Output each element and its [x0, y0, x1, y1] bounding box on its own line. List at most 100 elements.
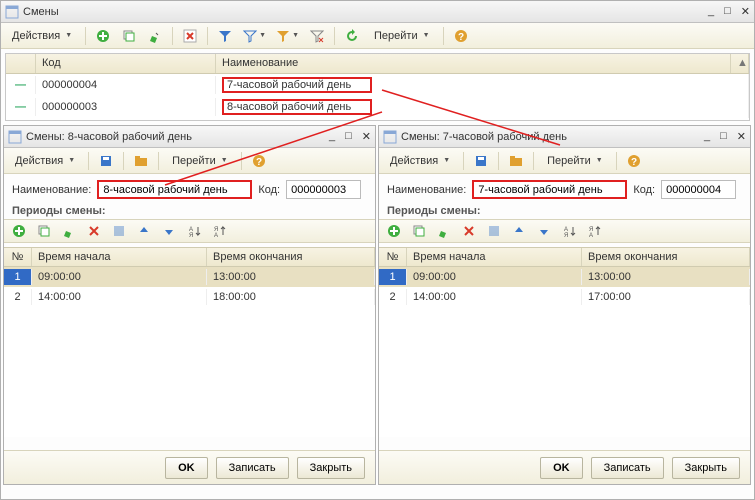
svg-text:?: ?: [256, 157, 262, 168]
minimize-button[interactable]: _: [329, 130, 335, 143]
main-list[interactable]: Код Наименование ▲ — 000000004 7-часовой…: [5, 53, 750, 121]
filter3-button[interactable]: ▼: [273, 26, 302, 46]
actions-menu[interactable]: Действия▼: [8, 151, 82, 171]
grid-icon: [383, 130, 397, 144]
col-num[interactable]: №: [4, 248, 32, 266]
period-row[interactable]: 2 14:00:00 17:00:00: [379, 287, 750, 307]
col-code[interactable]: Код: [36, 54, 216, 73]
period-row[interactable]: 1 09:00:00 13:00:00: [379, 267, 750, 287]
period-row[interactable]: 2 14:00:00 18:00:00: [4, 287, 375, 307]
help-button[interactable]: ?: [623, 151, 645, 171]
col-name[interactable]: Наименование: [216, 54, 731, 73]
periods-table[interactable]: № Время начала Время окончания 1 09:00:0…: [379, 247, 750, 437]
help-button[interactable]: ?: [248, 151, 270, 171]
scroll-top-button[interactable]: ▲: [731, 54, 749, 73]
periods-table[interactable]: № Время начала Время окончания 1 09:00:0…: [4, 247, 375, 437]
edit-row-button[interactable]: [433, 221, 455, 241]
minimize-button[interactable]: _: [704, 130, 710, 143]
sort-desc-button[interactable]: ЯA: [583, 221, 605, 241]
col-start[interactable]: Время начала: [407, 248, 582, 266]
save-button[interactable]: Записать: [216, 457, 289, 479]
sort-asc-button[interactable]: AЯ: [183, 221, 205, 241]
detail-footer: OK Записать Закрыть: [379, 450, 750, 484]
detail-toolbar: Действия▼ Перейти▼ ?: [4, 148, 375, 174]
add-row-button[interactable]: [383, 221, 405, 241]
ok-button[interactable]: OK: [540, 457, 583, 479]
close-button[interactable]: ✕: [737, 130, 746, 143]
detail-titlebar: Смены: 8-часовой рабочий день _ □ ✕: [4, 126, 375, 148]
clear-filter-button[interactable]: [306, 26, 328, 46]
detail-toolbar: Действия▼ Перейти▼ ?: [379, 148, 750, 174]
close-button[interactable]: ✕: [741, 5, 750, 18]
svg-text:Я: Я: [564, 233, 568, 238]
delete-row-button[interactable]: [83, 221, 105, 241]
ok-button[interactable]: OK: [165, 457, 208, 479]
add-row-button[interactable]: [8, 221, 30, 241]
maximize-button[interactable]: □: [345, 130, 352, 143]
copy-row-button[interactable]: [33, 221, 55, 241]
sort-desc-button[interactable]: ЯA: [208, 221, 230, 241]
actions-menu[interactable]: Действия▼: [5, 26, 79, 46]
maximize-button[interactable]: □: [720, 130, 727, 143]
name-input[interactable]: [472, 180, 627, 199]
filter-button[interactable]: [214, 26, 236, 46]
refresh-button[interactable]: [341, 26, 363, 46]
goto-menu[interactable]: Перейти▼: [165, 151, 235, 171]
main-toolbar: Действия▼ ▼ ▼ Перейти▼ ?: [1, 23, 754, 49]
col-num[interactable]: №: [379, 248, 407, 266]
main-title: Смены: [23, 6, 708, 18]
code-label: Код:: [258, 184, 280, 196]
maximize-button[interactable]: □: [724, 5, 731, 18]
col-end[interactable]: Время окончания: [582, 248, 750, 266]
delete-row-button[interactable]: [458, 221, 480, 241]
periods-toolbar: AЯ ЯA: [4, 219, 375, 243]
folder-button[interactable]: [130, 151, 152, 171]
minimize-button[interactable]: _: [708, 5, 714, 18]
code-input[interactable]: [661, 180, 736, 199]
save-rows-button[interactable]: [108, 221, 130, 241]
list-header: Код Наименование ▲: [6, 54, 749, 74]
actions-menu[interactable]: Действия▼: [383, 151, 457, 171]
filter2-button[interactable]: ▼: [240, 26, 269, 46]
detail-title: Смены: 8-часовой рабочий день: [26, 131, 329, 143]
svg-text:A: A: [589, 233, 593, 238]
svg-text:?: ?: [631, 157, 637, 168]
close-button[interactable]: Закрыть: [672, 457, 740, 479]
sort-asc-button[interactable]: AЯ: [558, 221, 580, 241]
detail-footer: OK Записать Закрыть: [4, 450, 375, 484]
svg-text:?: ?: [457, 32, 463, 43]
goto-menu[interactable]: Перейти▼: [540, 151, 610, 171]
col-end[interactable]: Время окончания: [207, 248, 375, 266]
code-input[interactable]: [286, 180, 361, 199]
grid-icon: [8, 130, 22, 144]
detail-title: Смены: 7-часовой рабочий день: [401, 131, 704, 143]
move-down-button[interactable]: [533, 221, 555, 241]
save-button[interactable]: [470, 151, 492, 171]
edit-row-button[interactable]: [58, 221, 80, 241]
list-row[interactable]: — 000000004 7-часовой рабочий день: [6, 74, 749, 96]
delete-button[interactable]: [179, 26, 201, 46]
row-code: 000000004: [36, 76, 216, 94]
periods-label: Периоды смены:: [387, 205, 742, 217]
move-down-button[interactable]: [158, 221, 180, 241]
close-button[interactable]: ✕: [362, 130, 371, 143]
close-button[interactable]: Закрыть: [297, 457, 365, 479]
add-button[interactable]: [92, 26, 114, 46]
copy-row-button[interactable]: [408, 221, 430, 241]
col-start[interactable]: Время начала: [32, 248, 207, 266]
move-up-button[interactable]: [133, 221, 155, 241]
detail-window-7h: Смены: 7-часовой рабочий день _ □ ✕ Дейс…: [378, 125, 751, 485]
move-up-button[interactable]: [508, 221, 530, 241]
save-button[interactable]: [95, 151, 117, 171]
goto-menu[interactable]: Перейти▼: [367, 26, 437, 46]
folder-button[interactable]: [505, 151, 527, 171]
period-row[interactable]: 1 09:00:00 13:00:00: [4, 267, 375, 287]
name-input[interactable]: [97, 180, 252, 199]
name-label: Наименование:: [12, 184, 91, 196]
save-button[interactable]: Записать: [591, 457, 664, 479]
edit-button[interactable]: [144, 26, 166, 46]
list-row[interactable]: — 000000003 8-часовой рабочий день: [6, 96, 749, 118]
save-rows-button[interactable]: [483, 221, 505, 241]
help-button[interactable]: ?: [450, 26, 472, 46]
copy-button[interactable]: [118, 26, 140, 46]
